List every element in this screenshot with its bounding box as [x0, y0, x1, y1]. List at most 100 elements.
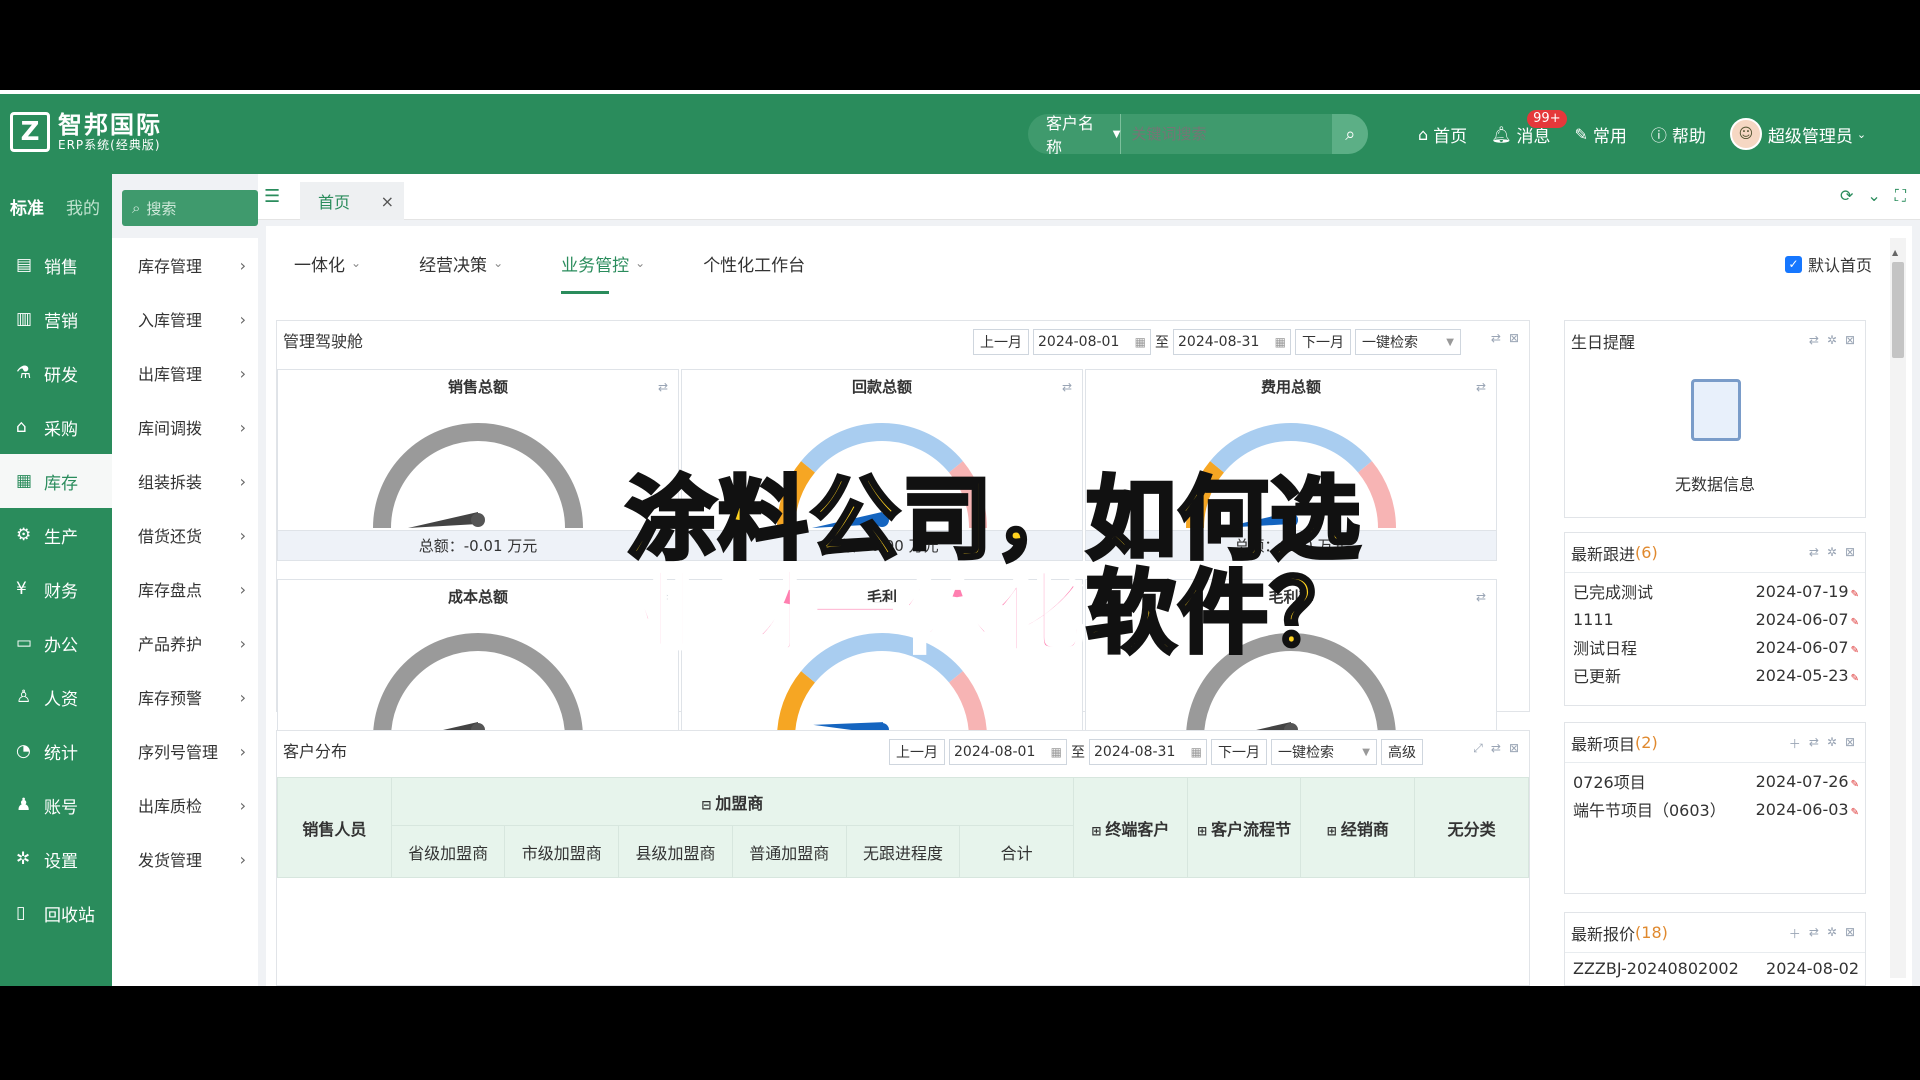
next-month-button[interactable]: 下一月 [1295, 329, 1351, 355]
list-item[interactable]: 0726项目 2024-07-26 [1565, 767, 1865, 795]
search-field-label: 客户名称 [1046, 114, 1095, 154]
rail-item[interactable]: ⚙ 生产 [0, 508, 112, 562]
close-icon[interactable]: ⊠ [1845, 545, 1855, 559]
list-item[interactable]: 已完成测试 2024-07-19 [1565, 577, 1865, 605]
list-item[interactable]: 端午节项目（0603） 2024-06-03 [1565, 795, 1865, 823]
close-icon[interactable]: ⊠ [1845, 333, 1855, 347]
prev-month-button[interactable]: 上一月 [973, 329, 1029, 355]
quick-search-button[interactable]: 一键检索 ▼ [1355, 329, 1461, 355]
col-group-franchise[interactable]: ⊟ 加盟商 [390, 777, 1075, 826]
expand-icon[interactable]: ⤢ [1473, 741, 1483, 756]
list-item[interactable]: 测试日程 2024-06-07 [1565, 633, 1865, 661]
close-icon[interactable]: × [381, 192, 394, 211]
rail-item[interactable]: ▦ 库存 [0, 454, 112, 508]
tab-mine[interactable]: 我的 [66, 194, 100, 219]
rail-item[interactable]: ♟ 账号 [0, 778, 112, 832]
refresh-icon[interactable]: ⇄ [1476, 380, 1486, 394]
submenu-item[interactable]: 出库管理 › [112, 346, 258, 400]
nav-help[interactable]: ⓘ 帮助 [1651, 122, 1706, 147]
rail-item[interactable]: ¥ 财务 [0, 562, 112, 616]
rail-item[interactable]: ⚗ 研发 [0, 346, 112, 400]
search-field-select[interactable]: 客户名称 ▼ [1028, 114, 1122, 154]
nav-home[interactable]: ⌂ 首页 [1418, 122, 1467, 147]
search-input[interactable] [1121, 114, 1333, 154]
close-icon[interactable]: ⊠ [1845, 925, 1855, 942]
close-icon[interactable]: ⊠ [1509, 741, 1519, 756]
submenu-item[interactable]: 组装拆装 › [112, 454, 258, 508]
date-to-input[interactable]: 2024-08-31 ▦ [1089, 739, 1207, 765]
date-from-input[interactable]: 2024-08-01 ▦ [949, 739, 1067, 765]
refresh-icon[interactable]: ⇄ [1062, 590, 1072, 604]
rail-item[interactable]: ◔ 统计 [0, 724, 112, 778]
close-icon[interactable]: ⊠ [1845, 735, 1855, 752]
refresh-icon[interactable]: ⇄ [1809, 333, 1819, 347]
refresh-icon[interactable]: ⇄ [1476, 590, 1486, 604]
list-item[interactable]: 已更新 2024-05-23 [1565, 661, 1865, 689]
list-item[interactable]: ZZZBJ-20240802002 2024-08-02 [1565, 957, 1865, 979]
nav-messages[interactable]: 🔔︎ 消息 99+ [1491, 109, 1567, 147]
nav-common[interactable]: ✎ 常用 [1574, 122, 1626, 147]
next-month-button[interactable]: 下一月 [1211, 739, 1267, 765]
rail-item[interactable]: ▥ 营销 [0, 292, 112, 346]
quick-search-button[interactable]: 一键检索 ▼ [1271, 739, 1377, 765]
add-icon[interactable]: ＋ [1789, 925, 1801, 942]
gear-icon[interactable]: ✲ [1827, 545, 1837, 559]
menu-search-input[interactable]: ⌕ 搜索 [122, 190, 258, 226]
chevron-right-icon: › [239, 741, 246, 761]
submenu-item[interactable]: 出库质检 › [112, 778, 258, 832]
chevron-down-icon[interactable]: ⌄ [1867, 186, 1880, 206]
fullscreen-icon[interactable]: ⛶ [1895, 186, 1906, 206]
refresh-icon[interactable]: ⟳ [1840, 186, 1853, 206]
tab-standard[interactable]: 标准 [10, 194, 44, 219]
col-flow[interactable]: ⊞ 客户流程节 [1186, 777, 1302, 878]
refresh-icon[interactable]: ⇄ [1809, 545, 1819, 559]
rail-item[interactable]: ♙ 人资 [0, 670, 112, 724]
rail-item[interactable]: ▤ 销售 [0, 238, 112, 292]
scrollbar-thumb[interactable] [1892, 262, 1904, 358]
refresh-icon[interactable]: ⇄ [658, 590, 668, 604]
search-button[interactable]: ⌕ [1332, 114, 1368, 154]
scroll-up-icon[interactable]: ▲ [1892, 248, 1904, 257]
rail-item[interactable]: ▭ 办公 [0, 616, 112, 670]
date-to-input[interactable]: 2024-08-31 ▦ [1173, 329, 1291, 355]
rail-item[interactable]: ▯ 回收站 [0, 886, 112, 940]
refresh-icon[interactable]: ⇄ [1062, 380, 1072, 394]
submenu-item[interactable]: 库存预警 › [112, 670, 258, 724]
rail-item[interactable]: ⌂ 采购 [0, 400, 112, 454]
submenu-item[interactable]: 序列号管理 › [112, 724, 258, 778]
submenu-item[interactable]: 入库管理 › [112, 292, 258, 346]
advanced-search-button[interactable]: 高级 [1381, 739, 1423, 765]
scrollbar[interactable]: ▲ [1890, 238, 1906, 978]
col-terminal[interactable]: ⊞ 终端客户 [1073, 777, 1188, 878]
add-icon[interactable]: ＋ [1789, 735, 1801, 752]
logo[interactable]: Z 智邦国际 ERP系统(经典版) [10, 112, 162, 152]
submenu-item[interactable]: 库存管理 › [112, 238, 258, 292]
list-item[interactable]: 1111 2024-06-07 [1565, 605, 1865, 633]
refresh-icon[interactable]: ⇄ [1491, 331, 1501, 345]
submenu-item[interactable]: 库存盘点 › [112, 562, 258, 616]
prev-month-button[interactable]: 上一月 [889, 739, 945, 765]
close-icon[interactable]: ⊠ [1509, 331, 1519, 345]
refresh-icon[interactable]: ⇄ [658, 380, 668, 394]
col-dealer[interactable]: ⊞ 经销商 [1300, 777, 1416, 878]
gear-icon[interactable]: ✲ [1827, 735, 1837, 752]
submenu-item[interactable]: 库间调拨 › [112, 400, 258, 454]
gear-icon[interactable]: ✲ [1827, 925, 1837, 942]
tab-home[interactable]: 首页 × [300, 182, 404, 220]
collapse-menu-icon[interactable]: ☰ [264, 186, 280, 207]
dashboard-tab[interactable]: 一体化 ⌄ [294, 226, 361, 300]
default-home-checkbox[interactable]: ✓ 默认首页 [1784, 252, 1872, 276]
rail-item[interactable]: ✲ 设置 [0, 832, 112, 886]
dashboard-tab[interactable]: 业务管控 ⌄ [561, 226, 645, 300]
dashboard-tab[interactable]: 经营决策 ⌄ [419, 226, 503, 300]
refresh-icon[interactable]: ⇄ [1491, 741, 1501, 756]
submenu-item[interactable]: 发货管理 › [112, 832, 258, 886]
submenu-item[interactable]: 借货还货 › [112, 508, 258, 562]
user-menu[interactable]: ☺ 超级管理员 ⌄ [1729, 118, 1866, 150]
refresh-icon[interactable]: ⇄ [1809, 925, 1819, 942]
dashboard-tab[interactable]: 个性化工作台 [703, 226, 805, 300]
date-from-input[interactable]: 2024-08-01 ▦ [1033, 329, 1151, 355]
refresh-icon[interactable]: ⇄ [1809, 735, 1819, 752]
submenu-item[interactable]: 产品养护 › [112, 616, 258, 670]
gear-icon[interactable]: ✲ [1827, 333, 1837, 347]
